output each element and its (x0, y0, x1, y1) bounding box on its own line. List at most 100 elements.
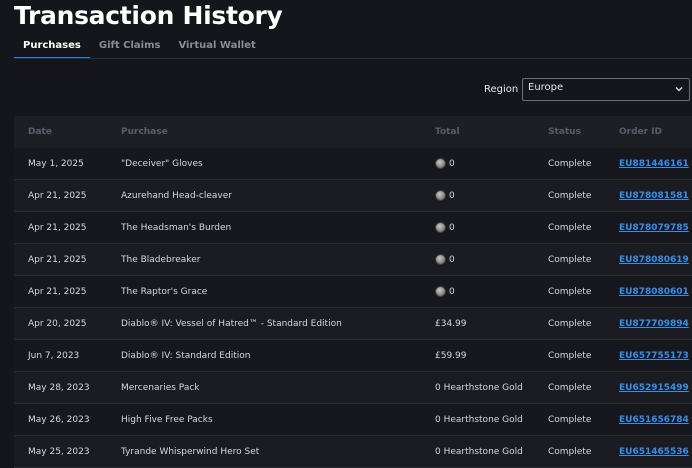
row-status: Complete (548, 286, 592, 297)
row-date: May 1, 2025 (28, 158, 84, 169)
row-status: Complete (548, 318, 592, 329)
row-status: Complete (548, 254, 592, 265)
row-total-value: 0 (449, 190, 455, 201)
row-total: 0 (420, 222, 533, 233)
row-order-id-cell: EU878080601 (604, 287, 692, 297)
row-total: 0 Hearthstone Gold (420, 415, 533, 425)
gold-coin-icon (435, 286, 446, 297)
table-row: Apr 21, 2025 The Raptor's Grace 0 Complete E… (14, 276, 692, 308)
row-purchase: Azurehand Head-cleaver (121, 190, 232, 201)
row-date: Apr 21, 2025 (28, 254, 87, 265)
row-purchase: Diablo® IV: Standard Edition (121, 350, 251, 361)
row-status: Complete (548, 158, 592, 169)
order-id-link[interactable]: EU877709894 (619, 319, 689, 329)
gold-coin-icon (435, 222, 446, 233)
row-status: Complete (548, 414, 592, 425)
row-status: Complete (548, 222, 592, 233)
row-total: 0 (420, 286, 533, 297)
order-id-link[interactable]: EU878081581 (619, 191, 689, 201)
row-date: Apr 21, 2025 (28, 286, 87, 297)
row-total: 0 (420, 254, 533, 265)
row-status: Complete (548, 190, 592, 201)
row-total-value: 0 Hearthstone Gold (435, 446, 523, 457)
order-id-link[interactable]: EU878079785 (619, 223, 689, 233)
row-total-value: 0 (449, 254, 455, 265)
table-row: May 26, 2023 High Five Free Packs 0 Hearth… (14, 404, 692, 436)
order-id-link[interactable]: EU881446161 (619, 159, 689, 169)
gold-coin-icon (435, 190, 446, 201)
order-id-link[interactable]: EU878080601 (619, 287, 689, 297)
table-row: May 25, 2023 Tyrande Whisperwind Hero Set… (14, 436, 692, 468)
row-date: Jun 7, 2023 (28, 350, 80, 361)
tab-gift-claims[interactable]: Gift Claims (90, 38, 170, 57)
header-status: Status (548, 127, 581, 137)
order-id-link[interactable]: EU651656784 (619, 415, 689, 425)
table-row: Jun 7, 2023 Diablo® IV: Standard Edition £… (14, 340, 692, 372)
page-title: Transaction History (14, 1, 283, 30)
row-order-id-cell: EU877709894 (604, 319, 692, 329)
row-order-id-cell: EU878079785 (604, 223, 692, 233)
row-total-value: 0 (449, 286, 455, 297)
order-id-link[interactable]: EU878080619 (619, 255, 689, 265)
row-purchase: High Five Free Packs (121, 414, 213, 425)
table-header: Date Purchase Total Status Order ID (14, 116, 692, 148)
row-date: May 28, 2023 (28, 382, 90, 393)
row-total-value: 0 Hearthstone Gold (435, 382, 523, 393)
row-purchase: Diablo® IV: Vessel of Hatred™ - Standard… (121, 318, 342, 329)
header-order-id: Order ID (619, 127, 663, 137)
row-order-id-cell: EU651465536 (604, 447, 692, 457)
region-select[interactable]: Europe (522, 78, 690, 101)
row-total: 0 (420, 158, 533, 169)
table-body: May 1, 2025 "Deceiver" Gloves 0 Complete EU8… (14, 148, 692, 468)
header-purchase: Purchase (121, 127, 168, 137)
table-row: May 28, 2023 Mercenaries Pack 0 Hearthston… (14, 372, 692, 404)
row-total: £34.99 (420, 319, 533, 329)
region-label: Region (484, 84, 519, 95)
row-status: Complete (548, 350, 592, 361)
row-order-id-cell: EU652915499 (604, 383, 692, 393)
tab-purchases[interactable]: Purchases (14, 38, 90, 59)
order-id-link[interactable]: EU657755173 (619, 351, 689, 361)
gold-coin-icon (435, 254, 446, 265)
row-total: £59.99 (420, 351, 533, 361)
row-purchase: The Bladebreaker (121, 254, 201, 265)
row-total-value: 0 (449, 222, 455, 233)
row-purchase: Tyrande Whisperwind Hero Set (121, 446, 260, 457)
row-total: 0 Hearthstone Gold (420, 383, 533, 393)
gold-coin-icon (435, 158, 446, 169)
table-row: Apr 21, 2025 The Headsman's Burden 0 Comple… (14, 212, 692, 244)
tab-bar: Purchases Gift Claims Virtual Wallet (14, 38, 265, 60)
row-date: Apr 20, 2025 (28, 318, 87, 329)
row-status: Complete (548, 382, 592, 393)
row-total: 0 (420, 190, 533, 201)
tab-virtual-wallet[interactable]: Virtual Wallet (169, 38, 264, 57)
table-row: May 1, 2025 "Deceiver" Gloves 0 Complete EU8… (14, 148, 692, 180)
row-purchase: "Deceiver" Gloves (121, 158, 203, 169)
order-id-link[interactable]: EU652915499 (619, 383, 689, 393)
row-date: Apr 21, 2025 (28, 222, 87, 233)
row-purchase: Mercenaries Pack (121, 382, 200, 393)
row-order-id-cell: EU657755173 (604, 351, 692, 361)
row-total: 0 Hearthstone Gold (420, 447, 533, 457)
header-date: Date (28, 127, 52, 137)
row-status: Complete (548, 446, 592, 457)
table-row: Apr 21, 2025 Azurehand Head-cleaver 0 Compl… (14, 180, 692, 212)
row-total-value: 0 (449, 158, 455, 169)
row-date: Apr 21, 2025 (28, 190, 87, 201)
row-purchase: The Raptor's Grace (121, 286, 208, 297)
row-order-id-cell: EU651656784 (604, 415, 692, 425)
table-row: Apr 21, 2025 The Bladebreaker 0 Complete EU8… (14, 244, 692, 276)
region-selected-value: Europe (528, 82, 564, 93)
row-order-id-cell: EU881446161 (604, 159, 692, 169)
row-purchase: The Headsman's Burden (121, 222, 232, 233)
transactions-table: Date Purchase Total Status Order ID May … (14, 116, 692, 468)
row-total-value: £34.99 (435, 318, 467, 329)
row-date: May 26, 2023 (28, 414, 90, 425)
header-total: Total (435, 127, 460, 137)
tabs-divider (14, 58, 692, 59)
row-date: May 25, 2023 (28, 446, 90, 457)
order-id-link[interactable]: EU651465536 (619, 447, 689, 457)
row-order-id-cell: EU878080619 (604, 255, 692, 265)
row-total-value: 0 Hearthstone Gold (435, 414, 523, 425)
row-order-id-cell: EU878081581 (604, 191, 692, 201)
